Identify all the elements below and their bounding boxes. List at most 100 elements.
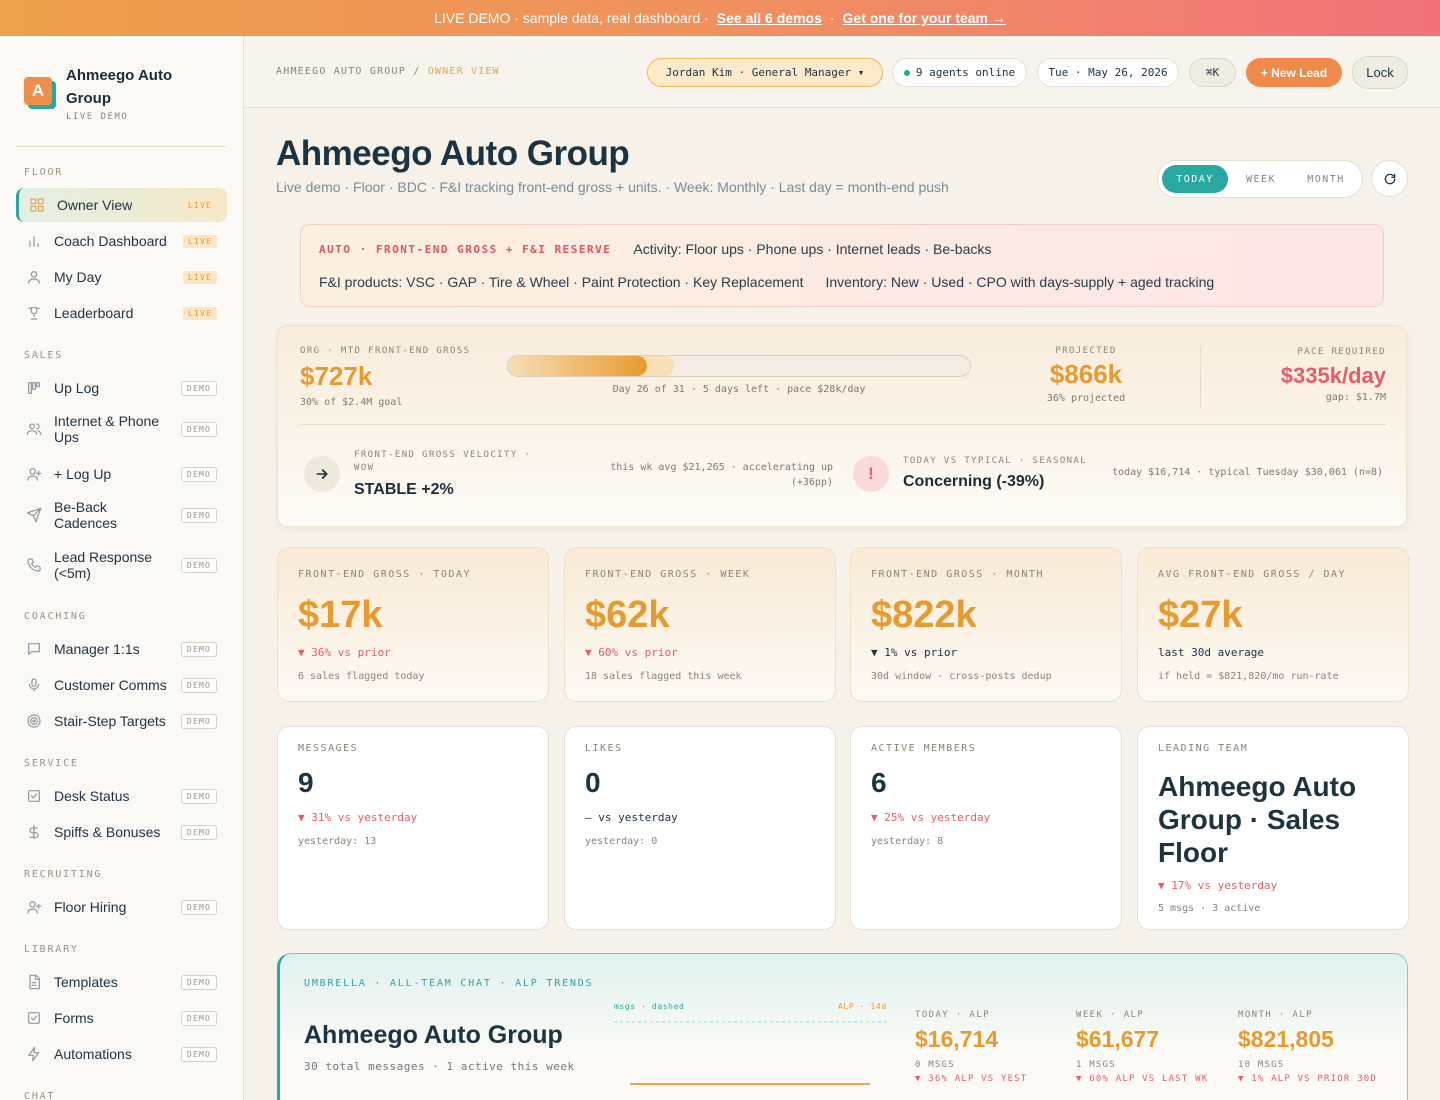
range-today[interactable]: TODAY [1162, 165, 1228, 193]
sidebar-item-badge: LIVE [182, 270, 217, 284]
sidebar-item-floor-hiring[interactable]: Floor Hiring DEMO [16, 890, 227, 924]
sidebar-item-lead-response-5m[interactable]: Lead Response (<5m) DEMO [16, 544, 227, 586]
sidebar-item-automations[interactable]: Automations DEMO [16, 1037, 227, 1071]
kpi-delta: ▼ 36% vs prior [298, 646, 391, 659]
demo-banner: LIVE DEMO · sample data, real dashboard … [0, 0, 1440, 36]
refresh-icon [1384, 173, 1395, 184]
sidebar-item-badge: DEMO [180, 713, 217, 729]
sidebar-item-internet-phone-ups[interactable]: Internet & Phone Ups DEMO [16, 408, 227, 450]
warning-icon: ! [853, 456, 889, 492]
kpi-note: 18 sales flagged this week [585, 671, 742, 682]
kpi-label: AVG FRONT-END GROSS / DAY [1158, 569, 1347, 580]
kpi-label: FRONT-END GROSS · TODAY [298, 569, 471, 580]
breadcrumb: AHMEEGO AUTO GROUP / OWNER VIEW [276, 66, 500, 77]
sidebar-item-badge: DEMO [180, 1010, 217, 1026]
alp-column: TODAY · ALP $16,714 0 MSGS ▼ 36% ALP VS YES… [915, 1010, 1065, 1084]
stat-card[interactable]: LIKES 0 — vs yesterday yesterday: 0 [564, 726, 836, 930]
sidebar-item-log-up[interactable]: + Log Up DEMO [16, 457, 227, 491]
stat-card[interactable]: MESSAGES 9 ▼ 31% vs yesterday yesterday: 13 [277, 726, 549, 930]
projected-label: PROJECTED [1055, 346, 1117, 356]
brand-name: Ahmeego Auto Group [66, 67, 173, 107]
sidebar-item-leaderboard[interactable]: Leaderboard LIVE [16, 296, 227, 330]
progress-fill [508, 356, 647, 376]
sidebar-item-manager-1-1s[interactable]: Manager 1:1s DEMO [16, 632, 227, 666]
brand[interactable]: A Ahmeego Auto Group LIVE DEMO [24, 64, 206, 122]
industry-info-card: AUTO · FRONT-END GROSS + F&I RESERVE Act… [300, 224, 1384, 307]
range-week[interactable]: WEEK [1230, 165, 1292, 193]
sidebar-item-badge: DEMO [180, 788, 217, 804]
page-title: Ahmeego Auto Group [276, 134, 630, 173]
alp-value: $821,805 [1238, 1026, 1334, 1052]
user-role-selector[interactable]: Jordan Kim · General Manager ▾ [647, 58, 883, 87]
sidebar-item-forms[interactable]: Forms DEMO [16, 1001, 227, 1035]
lock-button[interactable]: Lock [1352, 56, 1408, 89]
sidebar-item-customer-comms[interactable]: Customer Comms DEMO [16, 668, 227, 702]
section-recruiting: RECRUITING [24, 869, 103, 880]
sidebar-item-badge: LIVE [182, 198, 217, 212]
sidebar-item-templates[interactable]: Templates DEMO [16, 965, 227, 999]
sidebar: A Ahmeego Auto Group LIVE DEMO FLOOR SAL… [0, 36, 244, 1100]
alp-value: $16,714 [915, 1026, 999, 1052]
date-pill[interactable]: Tue · May 26, 2026 [1037, 58, 1179, 87]
sidebar-item-badge: DEMO [180, 677, 217, 693]
kpi-card[interactable]: AVG FRONT-END GROSS / DAY $27k last 30d av… [1137, 547, 1409, 702]
new-lead-button[interactable]: + New Lead [1246, 58, 1342, 87]
sidebar-item-badge: DEMO [180, 899, 217, 915]
projected-value: $866k [1049, 359, 1123, 389]
sidebar-item-badge: DEMO [180, 466, 217, 482]
sidebar-item-spiffs-bonuses[interactable]: Spiffs & Bonuses DEMO [16, 815, 227, 849]
command-palette-button[interactable]: ⌘K [1189, 58, 1236, 87]
message-icon [28, 643, 40, 655]
kpi-label: FRONT-END GROSS · WEEK [585, 569, 751, 580]
stat-delta: ▼ 17% vs yesterday [1158, 879, 1278, 892]
sidebar-item-label: Lead Response (<5m) [54, 549, 153, 581]
stat-card[interactable]: LEADING TEAM Ahmeego Auto Group · Sales F… [1137, 726, 1409, 930]
refresh-button[interactable] [1371, 160, 1408, 197]
get-one-link[interactable]: Get one for your team → [843, 10, 1006, 26]
umbrella-card: UMBRELLA · ALL-TEAM CHAT · ALP TRENDS Ah… [277, 953, 1408, 1100]
industry-kicker: AUTO · FRONT-END GROSS + F&I RESERVE [319, 242, 612, 256]
kpi-card[interactable]: FRONT-END GROSS · TODAY $17k ▼ 36% vs prio… [277, 547, 549, 702]
sidebar-item-label: Templates [54, 974, 118, 990]
sidebar-item-owner-view[interactable]: Owner View LIVE [16, 188, 227, 222]
kanban-icon [28, 382, 40, 394]
pace-gap: gap: $1.7M [1325, 392, 1386, 403]
alp-msgs: 1 MSGS [1076, 1060, 1116, 1070]
sidebar-item-label: Desk Status [54, 788, 130, 804]
stat-delta: ▼ 31% vs yesterday [298, 811, 418, 824]
stat-note: yesterday: 13 [298, 836, 377, 847]
banner-text: LIVE DEMO · sample data, real dashboard … [434, 10, 709, 26]
sidebar-item-up-log[interactable]: Up Log DEMO [16, 371, 227, 405]
stat-label: LEADING TEAM [1158, 743, 1249, 754]
alp-msgs: 10 MSGS [1238, 1060, 1285, 1070]
stat-delta: ▼ 25% vs yesterday [871, 811, 991, 824]
sidebar-item-label: Be-Back Cadences [54, 499, 118, 531]
agents-online-pill[interactable]: 9 agents online [892, 58, 1027, 87]
goal-of-target: 30% of $2.4M goal [300, 397, 403, 408]
sidebar-item-stair-step-targets[interactable]: Stair-Step Targets DEMO [16, 704, 227, 738]
stat-value: 6 [871, 767, 887, 798]
kpi-card[interactable]: FRONT-END GROSS · WEEK $62k ▼ 60% vs prior… [564, 547, 836, 702]
alp-column: MONTH · ALP $821,805 10 MSGS ▼ 1% ALP VS PR… [1238, 1010, 1388, 1084]
velocity-value: STABLE +2% [354, 481, 454, 498]
goal-value: $727k [300, 361, 373, 391]
sidebar-item-badge: DEMO [180, 557, 217, 573]
sidebar-item-label: + Log Up [54, 466, 112, 482]
see-all-demos-link[interactable]: See all 6 demos [717, 10, 822, 26]
umbrella-title: Ahmeego Auto Group [304, 1021, 563, 1049]
kpi-card[interactable]: FRONT-END GROSS · MONTH $822k ▼ 1% vs prio… [850, 547, 1122, 702]
stat-note: yesterday: 8 [871, 836, 944, 847]
breadcrumb-root[interactable]: AHMEEGO AUTO GROUP [276, 66, 406, 77]
velocity-label: FRONT-END GROSS VELOCITY · WOW [354, 450, 532, 473]
sidebar-item-coach-dashboard[interactable]: Coach Dashboard LIVE [16, 224, 227, 258]
sidebar-item-my-day[interactable]: My Day LIVE [16, 260, 227, 294]
sidebar-item-label: Forms [54, 1010, 94, 1026]
range-month[interactable]: MONTH [1294, 165, 1358, 193]
sidebar-item-label: Customer Comms [54, 677, 167, 693]
sidebar-item-be-back-cadences[interactable]: Be-Back Cadences DEMO [16, 494, 227, 536]
stat-card[interactable]: ACTIVE MEMBERS 6 ▼ 25% vs yesterday yesterd… [850, 726, 1122, 930]
sidebar-item-label: Stair-Step Targets [54, 713, 166, 729]
alp-value: $61,677 [1076, 1026, 1160, 1052]
breadcrumb-current: OWNER VIEW [427, 66, 500, 77]
sidebar-item-desk-status[interactable]: Desk Status DEMO [16, 779, 227, 813]
